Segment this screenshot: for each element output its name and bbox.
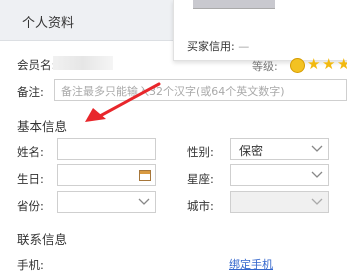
gender-select[interactable]: 保密 — [230, 138, 329, 160]
city-select[interactable] — [230, 191, 329, 213]
star-icon: ★ — [337, 55, 347, 73]
city-label: 城市: — [187, 199, 214, 213]
chevron-down-icon — [311, 198, 323, 205]
province-select[interactable] — [57, 191, 156, 213]
avatar — [193, 0, 275, 9]
star-icon: ★ — [322, 55, 336, 73]
member-name-value — [53, 56, 113, 70]
birthday-input[interactable] — [57, 164, 156, 186]
basic-info-title: 基本信息 — [17, 119, 68, 134]
contact-info-title: 联系信息 — [17, 232, 68, 247]
phone-label: 手机: — [17, 258, 44, 272]
page-title: 个人资料 — [22, 16, 75, 31]
star-icon: ★ — [307, 55, 321, 73]
buyer-credit-label: 买家信用: — [187, 40, 235, 53]
grade-label: 等级: — [252, 60, 278, 73]
name-label: 姓名: — [17, 145, 44, 159]
buyer-credit-value: — — [238, 40, 250, 53]
chevron-down-icon — [311, 145, 323, 152]
gender-label: 性别: — [187, 145, 214, 159]
chevron-down-icon — [311, 171, 323, 178]
birthday-label: 生日: — [17, 172, 44, 186]
red-arrow-icon — [85, 82, 161, 122]
gender-value: 保密 — [239, 144, 264, 158]
chevron-down-icon — [138, 198, 150, 205]
constellation-select[interactable] — [230, 164, 329, 186]
note-label: 备注: — [17, 85, 44, 99]
bind-phone-link[interactable]: 绑定手机 — [229, 256, 273, 272]
grade-stars: ★ ★ ★ — [290, 55, 347, 73]
constellation-label: 星座: — [187, 172, 214, 186]
buyer-popup: 买家信用: — — [173, 0, 347, 61]
calendar-icon[interactable] — [139, 170, 151, 181]
province-label: 省份: — [17, 199, 44, 213]
name-input[interactable] — [57, 138, 156, 160]
grade-badge-icon — [290, 58, 305, 73]
member-label: 会员名: — [17, 58, 56, 72]
buyer-credit: 买家信用: — — [187, 38, 249, 54]
